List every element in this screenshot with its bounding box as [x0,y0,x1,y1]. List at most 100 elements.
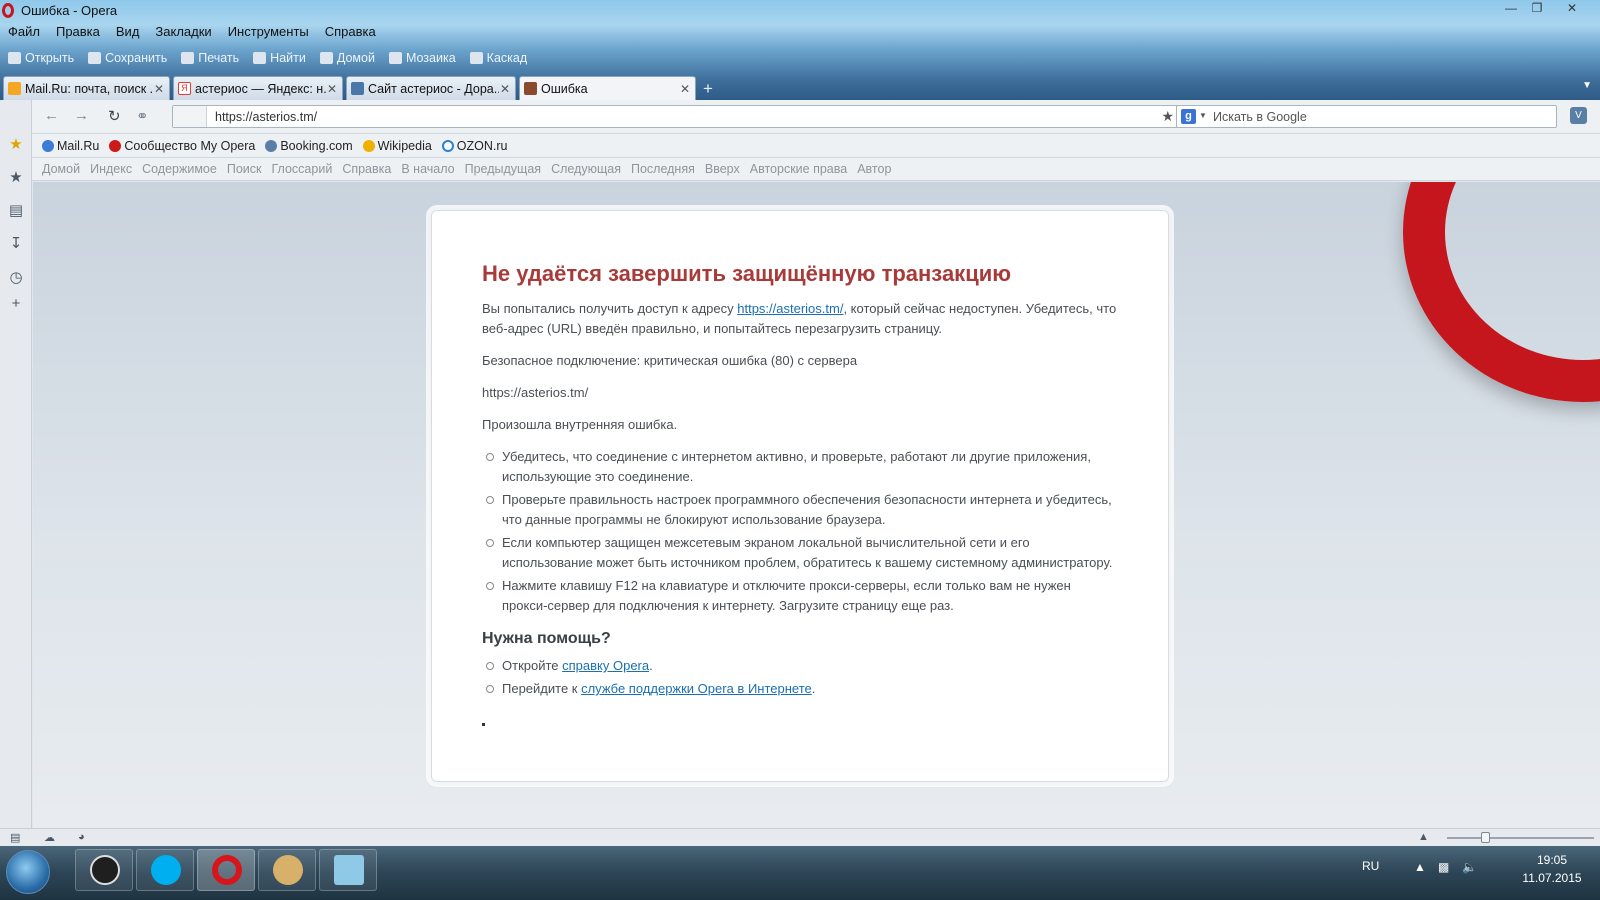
nav-glossary[interactable]: Глоссарий [271,162,332,176]
bookmark-star-icon[interactable]: ★ [1161,108,1174,125]
tab-asterios-site[interactable]: Сайт астериос - Дора... ✕ [346,76,516,100]
address-url[interactable]: https://asterios.tm/ [215,110,317,124]
menu-view[interactable]: Вид [116,22,140,42]
close-window-button[interactable]: ✕ [1550,0,1594,18]
history-clock-icon[interactable]: ◷ [8,270,24,286]
game-character-icon [273,855,303,885]
window-controls: — ❐ ✕ [1498,0,1594,18]
opera-icon [212,855,242,885]
forward-arrow-icon[interactable]: → [74,107,89,124]
add-panel-plus-icon[interactable]: + [8,296,24,312]
nav-search[interactable]: Поиск [227,162,262,176]
bookmark-mailru[interactable]: Mail.Ru [42,139,99,153]
speed-dial-star-icon[interactable]: ★ [8,170,24,186]
maximize-button[interactable]: ❐ [1524,0,1550,18]
menu-tools[interactable]: Инструменты [228,22,309,42]
bookmark-ozon[interactable]: OZON.ru [441,139,508,153]
tab-mailru[interactable]: Mail.Ru: почта, поиск ... ✕ [3,76,170,100]
tab-yandex[interactable]: Я астериос — Яндекс: н... ✕ [173,76,343,100]
notes-icon[interactable]: ▤ [8,203,24,219]
menu-bookmarks[interactable]: Закладки [155,22,211,42]
network-icon[interactable]: ▩ [1438,860,1449,874]
failed-url-link[interactable]: https://asterios.tm/ [737,301,843,316]
opera-watermark-logo [1403,182,1600,402]
language-indicator[interactable]: RU [1362,859,1379,873]
nav-up[interactable]: Вверх [705,162,740,176]
list-item: Проверьте правильность настроек программ… [482,490,1118,530]
downloads-icon[interactable]: ↧ [8,236,24,252]
bookmark-wikipedia[interactable]: Wikipedia [362,138,432,153]
opera-unite-cloud-icon[interactable]: ☁ [44,831,58,844]
google-icon[interactable]: g [1181,109,1196,124]
nav-next[interactable]: Следующая [551,162,621,176]
nav-copyright[interactable]: Авторские права [750,162,847,176]
taskbar-app-lineage[interactable] [258,849,316,891]
cascade-button[interactable]: Каскад [469,47,527,69]
tab-error[interactable]: Ошибка ✕ [519,76,696,100]
save-button[interactable]: Сохранить [88,47,167,69]
nav-home[interactable]: Домой [42,162,80,176]
tile-button[interactable]: Мозаика [388,47,456,69]
volume-icon[interactable]: 🔈 [1462,860,1477,874]
show-hidden-icons-arrow-icon[interactable]: ▲ [1414,860,1426,874]
security-badge[interactable] [173,106,207,127]
nav-contents[interactable]: Содержимое [142,162,217,176]
open-button[interactable]: Открыть [8,47,74,69]
find-button[interactable]: Найти [253,47,306,69]
error-page-icon [524,82,537,95]
menu-help[interactable]: Справка [325,22,376,42]
tab-menu-chevron-icon[interactable]: ▼ [1582,80,1592,91]
nav-author[interactable]: Автор [857,162,891,176]
list-item: Перейдите к службе поддержки Opera в Инт… [482,679,1118,699]
clock-time[interactable]: 19:05 [1512,853,1592,867]
taskbar-app-game[interactable] [75,849,133,891]
search-field[interactable]: g ▼ Искать в Google [1176,105,1557,128]
taskbar-app-opera[interactable] [197,849,255,891]
nav-previous[interactable]: Предыдущая [465,162,541,176]
back-arrow-icon[interactable]: ← [44,107,59,124]
view-menu-arrow-icon[interactable]: ▲ [1418,831,1432,843]
nav-help[interactable]: Справка [342,162,391,176]
help-list: Откройте справку Opera. Перейдите к служ… [482,656,1118,699]
zoom-slider-thumb[interactable] [1481,832,1490,843]
taskbar-app-notepad[interactable] [319,849,377,891]
turbo-icon[interactable]: ◕ [78,831,92,843]
home-button[interactable]: Домой [319,47,375,69]
zoom-slider-track[interactable] [1447,837,1594,839]
opera-help-link[interactable]: справку Opera [562,658,649,673]
new-tab-button[interactable]: + [703,79,713,99]
search-engine-dropdown-icon[interactable]: ▼ [1199,111,1207,120]
menu-file[interactable]: Файл [8,22,40,42]
start-button[interactable] [6,850,50,894]
reload-icon[interactable]: ↻ [108,107,121,125]
bookmark-my-opera[interactable]: Сообщество My Opera [109,139,255,153]
address-field[interactable]: https://asterios.tm/ ★ [172,105,1179,128]
close-tab-icon[interactable]: ✕ [153,82,165,96]
bookmark-label: Сообщество My Opera [124,138,256,153]
print-button[interactable]: Печать [181,47,239,69]
key-icon[interactable]: ⚭ [136,107,149,125]
bookmark-booking[interactable]: Booking.com [265,139,353,153]
close-tab-icon[interactable]: ✕ [679,82,691,96]
menu-edit[interactable]: Правка [56,22,100,42]
opera-logo-icon [2,3,14,18]
title-bar: Ошибка - Opera — ❐ ✕ [0,0,1600,22]
vk-extension-icon[interactable]: V [1570,107,1587,124]
nav-last[interactable]: Последняя [631,162,695,176]
error-internal: Произошла внутренняя ошибка. [482,417,678,432]
close-tab-icon[interactable]: ✕ [499,82,511,96]
nav-index[interactable]: Индекс [90,162,132,176]
taskbar-app-skype[interactable] [136,849,194,891]
panel-toggle-icon[interactable]: ▤ [10,831,24,844]
minimize-button[interactable]: — [1498,0,1524,18]
nav-first[interactable]: В начало [401,162,454,176]
opera-support-link[interactable]: службе поддержки Opera в Интернете [581,681,812,696]
close-tab-icon[interactable]: ✕ [326,82,338,96]
ozon-icon [441,139,454,152]
save-label: Сохранить [105,51,168,65]
bookmark-label: Wikipedia [377,138,432,153]
search-placeholder[interactable]: Искать в Google [1213,110,1307,124]
bookmarks-panel-star-icon[interactable]: ★ [8,137,24,153]
windows-taskbar: RU ▲ ▩ 🔈 19:05 11.07.2015 [0,846,1600,900]
clock-date[interactable]: 11.07.2015 [1512,871,1592,885]
